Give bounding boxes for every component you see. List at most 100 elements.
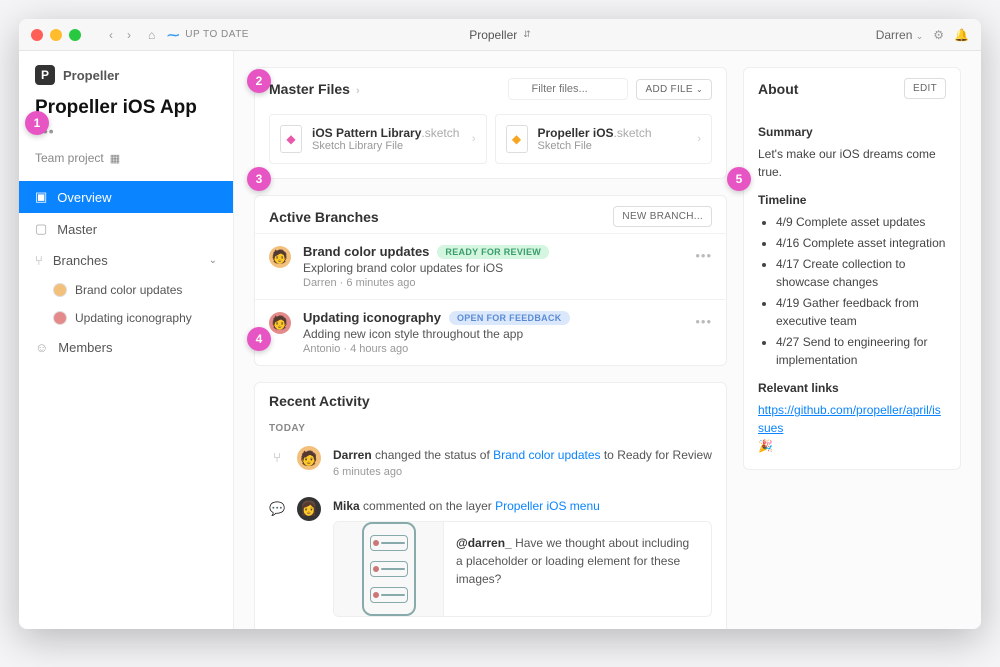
sidebar-branch-item-1[interactable]: Updating iconography [19, 304, 233, 332]
add-file-button[interactable]: ADD FILE ⌄ [636, 79, 712, 100]
sketch-file-icon: ◆ [280, 125, 302, 153]
brand-logo: P [35, 65, 55, 85]
activity-text: Darren changed the status of Brand color… [333, 448, 712, 462]
branch-row[interactable]: 🧑 Brand color updates READY FOR REVIEW E… [255, 233, 726, 299]
sidebar-branch-item-0[interactable]: Brand color updates [19, 276, 233, 304]
avatar: 🧑 [297, 446, 321, 470]
notifications-icon[interactable]: 🔔 [954, 28, 969, 42]
timeline-item: 4/27 Send to engineering for implementat… [776, 333, 946, 369]
file-type: Sketch File [538, 140, 652, 152]
sync-icon: ⁓ [167, 28, 179, 42]
activity-text: Mika commented on the layer Propeller iO… [333, 499, 600, 513]
status-tag: READY FOR REVIEW [437, 245, 549, 259]
nav-master-label: Master [57, 222, 97, 237]
active-branches-heading: Active Branches [269, 209, 379, 225]
activity-row: ⑂ 🧑 Darren changed the status of Brand c… [255, 438, 726, 489]
members-icon: ☺ [35, 340, 48, 355]
titlebar: ‹ › ⌂ ⁓ UP TO DATE Propeller ⇵ Darren ⌄ … [19, 19, 981, 51]
file-name: Propeller iOS.sketch [538, 126, 652, 140]
links-label: Relevant links [758, 379, 946, 397]
more-icon[interactable]: ••• [695, 314, 712, 329]
chevron-down-icon: ⌄ [209, 255, 217, 266]
nav-overview-label: Overview [57, 190, 111, 205]
callout-badge-1: 1 [25, 111, 49, 135]
status-tag: OPEN FOR FEEDBACK [449, 311, 570, 325]
window-title[interactable]: Propeller [469, 28, 517, 42]
overview-icon: ▣ [35, 189, 47, 205]
chevron-right-icon: › [697, 133, 701, 145]
callout-badge-5: 5 [727, 167, 751, 191]
avatar: 👩 [297, 497, 321, 521]
timeline-item: 4/17 Create collection to showcase chang… [776, 255, 946, 291]
nav-members-label: Members [58, 340, 112, 355]
brand[interactable]: P Propeller [19, 65, 233, 95]
window-minimize[interactable] [50, 29, 62, 41]
window-zoom[interactable] [69, 29, 81, 41]
active-branches-card: Active Branches NEW BRANCH... 🧑 Brand co… [254, 195, 727, 366]
new-branch-button[interactable]: NEW BRANCH... [613, 206, 712, 227]
activity-date-label: TODAY [255, 415, 726, 438]
activity-row: 💬 👩 Mika commented on the layer Propelle… [255, 489, 726, 629]
sketch-file-icon: ◆ [506, 125, 528, 153]
home-icon[interactable]: ⌂ [148, 28, 155, 42]
file-type: Sketch Library File [312, 140, 459, 152]
chevron-right-icon: › [356, 85, 360, 97]
edit-about-button[interactable]: EDIT [904, 78, 946, 99]
window-close[interactable] [31, 29, 43, 41]
nav-members[interactable]: ☺ Members [19, 332, 233, 363]
brand-label: Propeller [63, 68, 119, 83]
branches-icon: ⑂ [35, 253, 43, 268]
comment-box[interactable]: @darren_ Have we thought about including… [333, 521, 712, 617]
timeline-item: 4/9 Complete asset updates [776, 213, 946, 231]
timeline-item: 4/19 Gather feedback from executive team [776, 294, 946, 330]
recent-activity-heading: Recent Activity [269, 393, 370, 409]
branch-row[interactable]: 🧑 Updating iconography OPEN FOR FEEDBACK… [255, 299, 726, 365]
settings-icon[interactable]: ⚙ [933, 28, 944, 42]
nav-branches[interactable]: ⑂ Branches ⌄ [19, 245, 233, 276]
user-menu[interactable]: Darren ⌄ [876, 28, 924, 42]
activity-link[interactable]: Propeller iOS menu [495, 499, 600, 513]
main: Master Files› ADD FILE ⌄ ◆ iOS Pa [234, 51, 981, 629]
sidebar-item-label: Brand color updates [75, 283, 182, 297]
activity-time: 6 minutes ago [333, 464, 712, 481]
sidebar-item-label: Updating iconography [75, 311, 192, 325]
branch-meta: Darren · 6 minutes ago [303, 277, 712, 289]
nav-forward[interactable]: › [120, 28, 138, 42]
summary-text: Let's make our iOS dreams come true. [758, 145, 946, 181]
timeline-list: 4/9 Complete asset updates 4/16 Complete… [758, 213, 946, 369]
about-heading: About [758, 81, 798, 97]
title-dropdown-icon[interactable]: ⇵ [523, 29, 531, 40]
project-title: Propeller iOS App [19, 95, 233, 123]
nav-branches-label: Branches [53, 253, 108, 268]
activity-link[interactable]: Brand color updates [493, 448, 600, 462]
project-more-icon[interactable]: ••• [19, 123, 233, 147]
avatar: 🧑 [269, 246, 291, 268]
relevant-link[interactable]: https://github.com/propeller/april/issue… [758, 403, 941, 435]
avatar-icon [53, 283, 67, 297]
nav-back[interactable]: ‹ [102, 28, 120, 42]
timeline-item: 4/16 Complete asset integration [776, 234, 946, 252]
chevron-right-icon: › [472, 133, 476, 145]
team-icon: ▦ [110, 152, 120, 165]
filter-files-input[interactable] [508, 78, 628, 100]
master-files-card: Master Files› ADD FILE ⌄ ◆ iOS Pa [254, 67, 727, 179]
avatar-icon [53, 311, 67, 325]
about-emoji: 🎉 [758, 437, 946, 455]
nav-overview[interactable]: ▣ Overview [19, 181, 233, 213]
branch-desc: Adding new icon style throughout the app [303, 327, 712, 341]
callout-badge-3: 3 [247, 167, 271, 191]
branch-title: Brand color updates [303, 244, 429, 259]
branch-icon: ⑂ [269, 450, 285, 465]
comment-thumbnail [334, 522, 444, 616]
more-icon[interactable]: ••• [695, 248, 712, 263]
callout-badge-4: 4 [247, 327, 271, 351]
branch-title: Updating iconography [303, 310, 441, 325]
avatar: 🧑 [269, 312, 291, 334]
master-files-heading: Master Files› [269, 81, 360, 97]
callout-badge-2: 2 [247, 69, 271, 93]
nav-master[interactable]: ▢ Master [19, 213, 233, 245]
master-icon: ▢ [35, 221, 47, 237]
file-card[interactable]: ◆ Propeller iOS.sketch Sketch File › [495, 114, 713, 164]
comment-meta: 4 hours ago · Brand color updates › ◇ c9… [255, 629, 726, 630]
file-card[interactable]: ◆ iOS Pattern Library.sketch Sketch Libr… [269, 114, 487, 164]
